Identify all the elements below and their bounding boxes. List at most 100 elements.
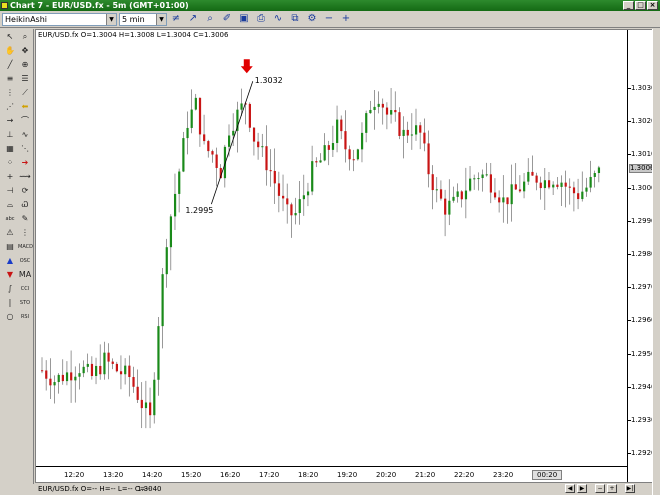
calculator-icon[interactable]: ▤ [3, 241, 17, 253]
stoch-icon[interactable]: STO [18, 297, 32, 309]
candle [323, 133, 326, 162]
arrow-mark-icon[interactable]: ➔ [18, 157, 32, 169]
scroll-end-button[interactable]: ▶| [625, 484, 635, 493]
fibo-icon[interactable]: ↗ [187, 13, 199, 25]
candle [593, 170, 596, 188]
candle [115, 361, 118, 373]
candle [327, 140, 330, 166]
warning-icon[interactable]: ⚠ [3, 227, 17, 239]
chevron-down-icon[interactable]: ▼ [156, 14, 166, 25]
wave-icon[interactable]: ∿ [18, 129, 32, 141]
candle [460, 190, 463, 208]
candle [273, 148, 276, 204]
indicator-icon[interactable]: ∿ [272, 13, 284, 25]
fan-lines-icon[interactable]: ⋱ [18, 143, 32, 155]
parallel-lines-icon[interactable]: ≡ [3, 73, 17, 85]
cross-icon[interactable]: + [3, 171, 17, 183]
chevron-down-icon[interactable]: ▼ [106, 14, 116, 25]
candle [144, 380, 148, 429]
copy-icon[interactable]: ⧉ [289, 13, 301, 25]
indicator-macd-icon[interactable]: MACD [18, 241, 33, 253]
vertical-scrollbar[interactable] [652, 29, 660, 495]
cycle-icon[interactable]: ⟳ [18, 185, 32, 197]
chart-type-select[interactable]: HeikinAshi ▼ [2, 13, 117, 26]
candle [394, 91, 397, 122]
vbar-icon[interactable]: | [3, 297, 17, 309]
horizontal-lines-icon[interactable]: ☰ [18, 73, 32, 85]
candle [128, 355, 131, 397]
candle [527, 158, 530, 185]
candle [431, 165, 434, 210]
grid-icon[interactable]: ▦ [3, 143, 17, 155]
candle [427, 130, 430, 188]
candle [423, 118, 426, 152]
pointer-icon[interactable]: ↖ [3, 31, 17, 43]
candle [360, 122, 364, 163]
interval-select[interactable]: 5 min ▼ [119, 13, 167, 26]
line-icon[interactable]: ╱ [3, 59, 17, 71]
plus-icon[interactable]: + [340, 13, 352, 25]
chart-area[interactable]: EUR/USD.fx O=1.3004 H=1.3008 L=1.3004 C=… [35, 29, 656, 483]
settings-icon[interactable]: ⚙ [306, 13, 318, 25]
candle [560, 175, 563, 206]
zigzag-icon[interactable]: ⟿ [18, 171, 32, 183]
maximize-button[interactable]: □ [635, 1, 646, 10]
elliott-icon[interactable]: Ꮗ [18, 199, 32, 211]
candle [90, 356, 94, 380]
crosshair-icon[interactable]: ✥ [18, 45, 32, 57]
price-scale[interactable]: 1.3030 1.3020 1.3010 1.3000 1.2990 1.2980 1.29… [627, 30, 656, 483]
candle [477, 172, 480, 191]
price-plot[interactable]: 1.2995 1.3032 [36, 30, 627, 466]
cci-icon[interactable]: CCI [18, 283, 32, 295]
candle [448, 179, 451, 226]
hand-icon[interactable]: ✋ [3, 45, 17, 57]
candle [319, 153, 322, 163]
arrow-left-icon[interactable]: ⬅ [18, 101, 32, 113]
s-curve-icon[interactable]: ∫ [3, 283, 17, 295]
minimize-button[interactable]: _ [623, 1, 634, 10]
minus-icon[interactable]: − [323, 13, 335, 25]
chart-type-value: HeikinAshi [5, 15, 48, 24]
trendline[interactable] [210, 81, 254, 205]
rsi-icon[interactable]: RSI [18, 311, 32, 323]
scroll-left-button[interactable]: ◀ [565, 484, 575, 493]
level-icon[interactable]: ⊥ [3, 129, 17, 141]
time-axis[interactable]: 12:20 13:20 14:20 15:20 16:20 17:20 18:20 19:20… [36, 466, 627, 483]
window-titlebar[interactable]: Chart 7 - EUR/USD.fx - 5m (GMT+01:00) _ … [0, 0, 660, 11]
close-button[interactable]: × [647, 1, 658, 10]
candle [581, 171, 584, 202]
arc-icon[interactable]: ⌒ [18, 115, 32, 127]
scroll-right-button[interactable]: ▶ [577, 484, 587, 493]
osc-icon[interactable]: OSC [18, 255, 32, 267]
zoom-icon[interactable]: ⌕ [204, 13, 216, 25]
candle [589, 160, 592, 193]
zoom-out-button[interactable]: − [595, 484, 605, 493]
candle [547, 172, 551, 190]
ray-icon[interactable]: → [3, 115, 17, 127]
save-icon[interactable]: ▣ [238, 13, 250, 25]
draw-icon[interactable]: ✐ [221, 13, 233, 25]
magnifier-icon[interactable]: ⌕ [18, 31, 32, 43]
toolbar-icons: ≠ ↗ ⌕ ✐ ▣ ⎙ ∿ ⧉ ⚙ − + [170, 13, 352, 25]
candle [539, 176, 542, 200]
diagonal-icon[interactable]: ⟋ [18, 87, 32, 99]
down-arrow-icon[interactable]: ▼ [3, 269, 17, 281]
up-arrow-icon[interactable]: ▲ [3, 255, 17, 267]
vertical-dots-icon[interactable]: ⋮ [18, 227, 32, 239]
zoom-in-button[interactable]: + [607, 484, 617, 493]
pen-icon[interactable]: ✎ [18, 213, 32, 225]
candle [398, 107, 401, 140]
sma-icon[interactable]: MA [18, 269, 32, 281]
trend-icon[interactable]: ≠ [170, 13, 182, 25]
circle-icon[interactable]: ○ [3, 311, 17, 323]
dots-grid-icon[interactable]: ⁘ [3, 157, 17, 169]
sell-arrow-icon[interactable] [240, 59, 253, 74]
gann-icon[interactable]: ⌓ [3, 199, 17, 211]
print-icon[interactable]: ⎙ [255, 13, 267, 25]
text-icon[interactable]: abc [3, 213, 17, 225]
fan-icon[interactable]: ⋰ [3, 101, 17, 113]
dotted-grid-icon[interactable]: ⋮ [3, 87, 17, 99]
zoom-area-icon[interactable]: ⊕ [18, 59, 32, 71]
candle [306, 182, 310, 207]
measure-icon[interactable]: ⊣ [3, 185, 17, 197]
